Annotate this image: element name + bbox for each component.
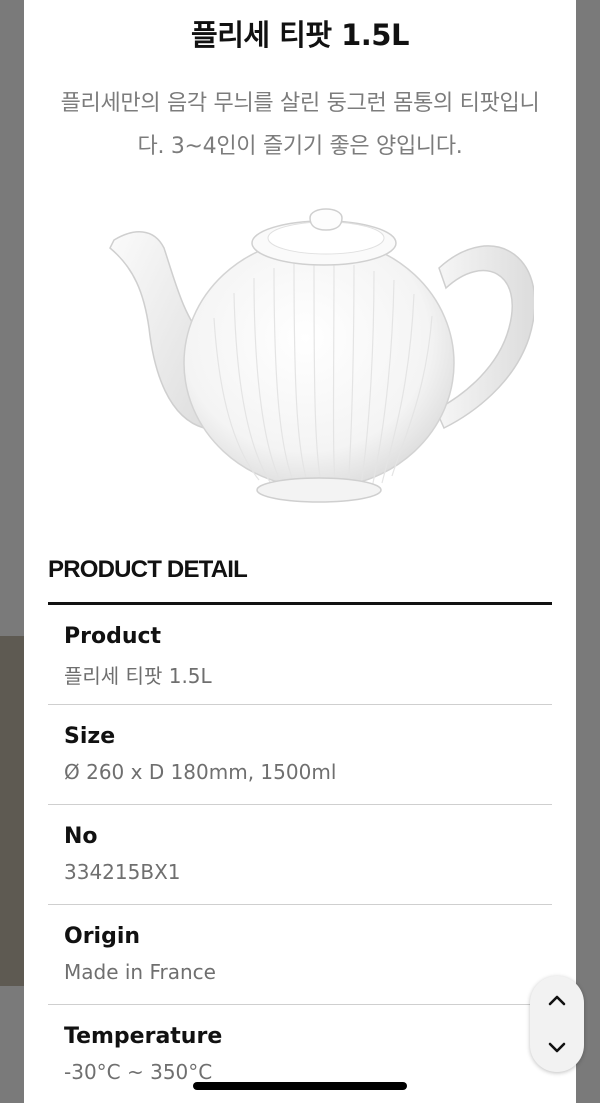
chevron-up-icon [548,995,566,1006]
spec-value: -30°C ~ 350°C [64,1060,213,1084]
spec-label: Size [64,724,116,749]
spec-label: Temperature [64,1024,223,1049]
teapot-image [109,208,534,503]
section-heading: PRODUCT DETAIL [48,556,248,583]
scroll-bottom-button[interactable] [530,1024,584,1072]
spec-row-no: No 334215BX1 [48,805,552,905]
scroll-top-button[interactable] [530,976,584,1024]
scroll-controls [530,976,584,1072]
spec-row-origin: Origin Made in France [48,905,552,1005]
spec-label: Product [64,624,162,649]
spec-row-size: Size Ø 260 x D 180mm, 1500ml [48,705,552,805]
spec-list: Product 플리세 티팟 1.5L Size Ø 260 x D 180mm… [48,605,552,1103]
home-indicator[interactable] [193,1082,407,1090]
spec-value: Made in France [64,960,216,984]
spec-value: Ø 260 x D 180mm, 1500ml [64,760,337,784]
spec-label: Origin [64,924,141,949]
spec-label: No [64,824,98,849]
background-strip [0,636,24,986]
product-page: 플리세 티팟 1.5L 플리세만의 음각 무늬를 살린 둥그런 몸통의 티팟입니… [24,0,576,1103]
product-description: 플리세만의 음각 무늬를 살린 둥그런 몸통의 티팟입니다. 3~4인이 즐기기… [60,91,540,159]
spec-value: 334215BX1 [64,860,181,884]
chevron-down-icon [548,1042,566,1053]
spec-row-product: Product 플리세 티팟 1.5L [48,605,552,705]
product-title: 플리세 티팟 1.5L [191,18,409,52]
spec-value: 플리세 티팟 1.5L [64,664,212,688]
